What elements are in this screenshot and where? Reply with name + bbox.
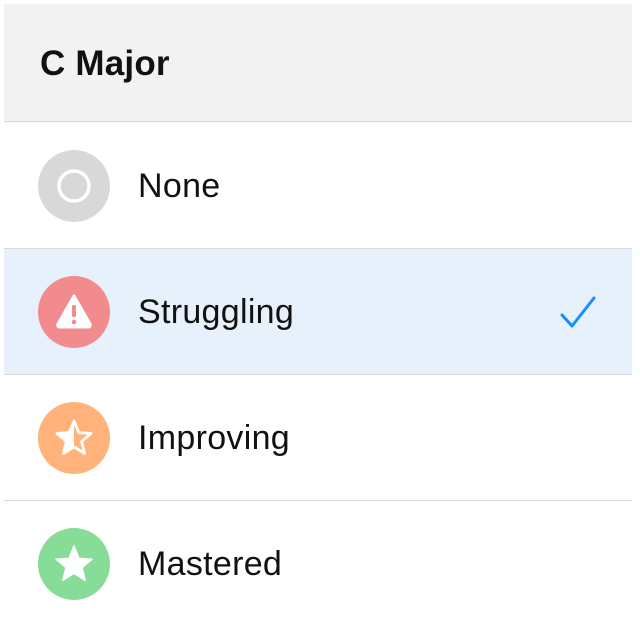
header: C Major: [4, 4, 632, 122]
option-label: Mastered: [138, 545, 283, 583]
checkmark-icon: [558, 293, 598, 333]
half-star-icon: [38, 402, 110, 474]
empty-circle-icon: [38, 150, 110, 222]
option-row-struggling[interactable]: Struggling: [4, 249, 632, 375]
warning-triangle-icon: [38, 276, 110, 348]
page-title: C Major: [40, 44, 170, 83]
option-label: Improving: [138, 419, 290, 457]
option-label: None: [138, 167, 221, 205]
option-row-improving[interactable]: Improving: [4, 375, 632, 501]
star-icon: [38, 528, 110, 600]
mastery-picker-sheet: C Major None Struggling Improving Master…: [0, 0, 640, 639]
option-label: Struggling: [138, 293, 295, 331]
option-row-mastered[interactable]: Mastered: [4, 501, 632, 627]
option-row-none[interactable]: None: [4, 123, 632, 249]
